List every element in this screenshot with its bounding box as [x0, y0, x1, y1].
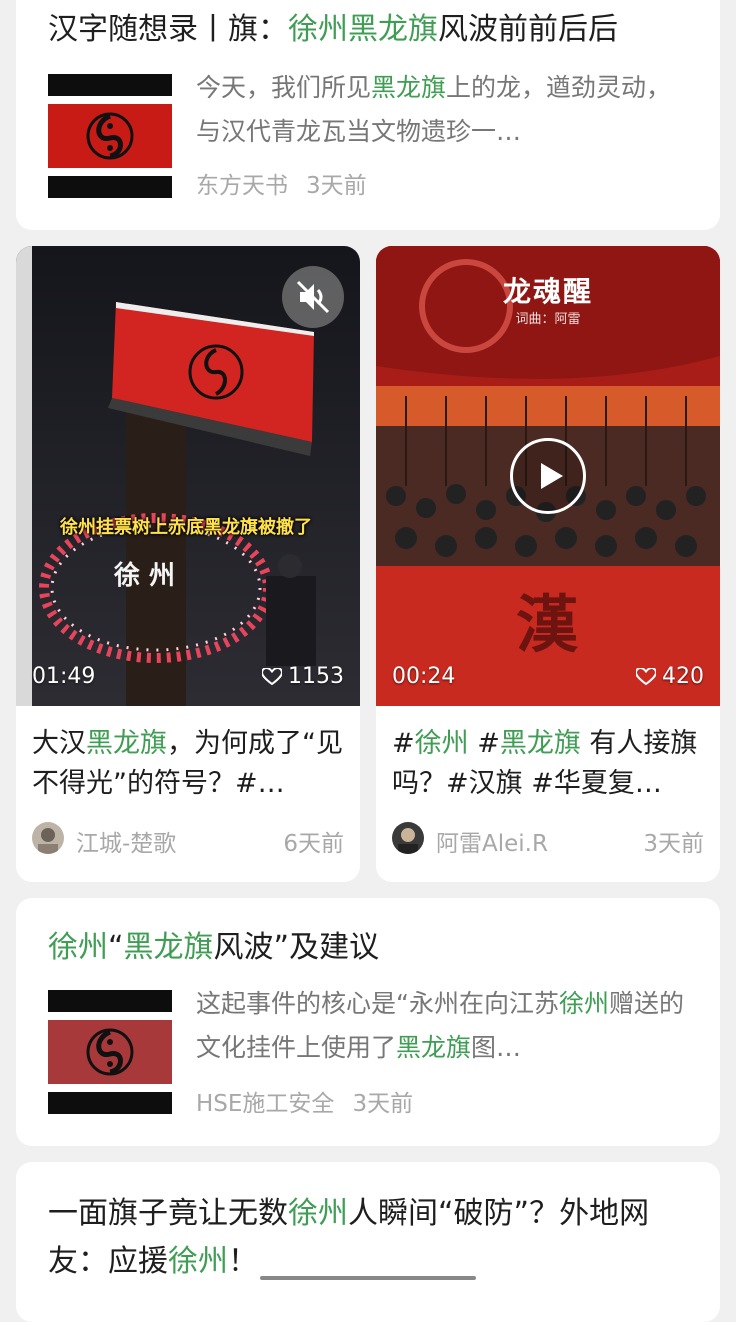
keyword-highlight: 徐州 — [558, 989, 609, 1018]
heart-icon — [262, 668, 282, 686]
article-title[interactable]: 一面旗子竟让无数徐州人瞬间“破防”？外地网友：应援徐州！ — [48, 1190, 696, 1286]
svg-text:徐 州: 徐 州 — [113, 560, 175, 591]
article-snippet: 这起事件的核心是“永州在向江苏徐州赠送的文化挂件上使用了黑龙旗图… — [196, 982, 690, 1070]
text-segment: 这起事件的核心是“永州在向江苏 — [196, 989, 559, 1018]
video-card-1[interactable]: 徐 州 徐州挂票树上赤底黑龙旗被撤了 01:49 1153 大汉黑龙旗，为何成了… — [16, 246, 360, 882]
video-likes: 1153 — [262, 664, 344, 689]
article-time: 3天前 — [352, 1091, 414, 1117]
article-source: HSE施工安全 — [196, 1091, 335, 1117]
text-segment: 今天，我们所见 — [196, 73, 372, 102]
video-thumbnail[interactable]: 漢 龙魂醒 词曲：阿雷 00:24 420 — [376, 246, 720, 706]
scroll-indicator — [260, 1276, 476, 1280]
text-segment: 风波”及建议 — [213, 930, 380, 965]
keyword-highlight: 黑龙旗 — [396, 1033, 472, 1062]
heart-icon — [636, 668, 656, 686]
text-segment: # — [392, 728, 415, 759]
text-segment: ！ — [228, 1244, 258, 1279]
article-title[interactable]: 汉字随想录丨旗：徐州黑龙旗风波前前后后 — [48, 10, 696, 50]
article-card-2[interactable]: 徐州“黑龙旗风波”及建议 这起事件的核心是“永州在向江苏徐州赠送的文化挂件上使用… — [16, 898, 720, 1146]
video-author-row[interactable]: 阿雷Alei.R 3天前 — [392, 822, 704, 858]
text-segment: “ — [108, 930, 124, 965]
dragon-emblem-icon — [86, 112, 134, 160]
keyword-highlight: 徐州黑龙旗 — [288, 12, 438, 47]
keyword-highlight: 黑龙旗 — [86, 728, 167, 759]
video-author-name[interactable]: 阿雷Alei.R — [436, 824, 548, 858]
text-segment: 汉字随想录丨旗： — [48, 12, 288, 47]
keyword-highlight: 徐州 — [168, 1244, 228, 1279]
song-credit: 词曲：阿雷 — [515, 312, 581, 327]
song-title: 龙魂醒 — [502, 275, 593, 308]
speaker-muted-icon — [296, 280, 330, 314]
text-segment: # — [468, 728, 500, 759]
text-segment: 风波前前后后 — [438, 12, 618, 47]
keyword-highlight: 黑龙旗 — [371, 73, 447, 102]
video-likes: 420 — [636, 664, 704, 689]
dragon-emblem-icon — [86, 1028, 134, 1076]
video-time: 6天前 — [283, 831, 344, 857]
keyword-highlight: 徐州 — [288, 1196, 348, 1231]
keyword-highlight: 黑龙旗 — [499, 728, 581, 759]
video-author-name[interactable]: 江城-楚歌 — [76, 824, 176, 858]
article-card-1[interactable]: 汉字随想录丨旗：徐州黑龙旗风波前前后后 今天，我们所见黑龙旗上的龙，遒劲灵动，与… — [16, 0, 720, 230]
video-caption[interactable]: #徐州 #黑龙旗 有人接旗吗？#汉旗 #华夏复… — [392, 724, 706, 804]
article-thumbnail-flag — [48, 990, 172, 1114]
video-author-row[interactable]: 江城-楚歌 6天前 — [32, 822, 344, 858]
avatar[interactable] — [392, 822, 424, 854]
play-icon — [541, 463, 563, 489]
video-card-2[interactable]: 漢 龙魂醒 词曲：阿雷 00:24 420 #徐州 #黑龙旗 有人接旗吗？#汉旗… — [376, 246, 720, 882]
article-snippet: 今天，我们所见黑龙旗上的龙，遒劲灵动，与汉代青龙瓦当文物遗珍一… — [196, 66, 690, 154]
keyword-highlight: 徐州 — [414, 728, 469, 759]
article-time: 3天前 — [306, 173, 367, 199]
video-time: 3天前 — [643, 831, 704, 857]
text-segment: 图… — [471, 1033, 522, 1062]
keyword-highlight: 徐州 — [48, 930, 108, 965]
video-duration: 01:49 — [32, 664, 96, 689]
article-title[interactable]: 徐州“黑龙旗风波”及建议 — [48, 928, 696, 968]
video-duration: 00:24 — [392, 664, 456, 689]
video-thumbnail[interactable]: 徐 州 徐州挂票树上赤底黑龙旗被撤了 01:49 1153 — [16, 246, 360, 706]
video-caption[interactable]: 大汉黑龙旗，为何成了“见不得光”的符号？#… — [32, 724, 346, 804]
svg-text:漢: 漢 — [516, 588, 579, 661]
keyword-highlight: 黑龙旗 — [123, 930, 214, 965]
video-overlay-caption: 徐州挂票树上赤底黑龙旗被撤了 — [60, 517, 312, 538]
text-segment: 大汉 — [32, 728, 86, 759]
article-meta: 东方天书 3天前 — [196, 166, 367, 200]
text-segment: 一面旗子竟让无数 — [48, 1196, 288, 1231]
article-source: 东方天书 — [196, 173, 288, 199]
article-card-3[interactable]: 一面旗子竟让无数徐州人瞬间“破防”？外地网友：应援徐州！ — [16, 1162, 720, 1322]
avatar[interactable] — [32, 822, 64, 854]
article-thumbnail-flag — [48, 74, 172, 198]
play-button[interactable] — [510, 438, 586, 514]
mute-button[interactable] — [282, 266, 344, 328]
article-meta: HSE施工安全 3天前 — [196, 1084, 413, 1118]
